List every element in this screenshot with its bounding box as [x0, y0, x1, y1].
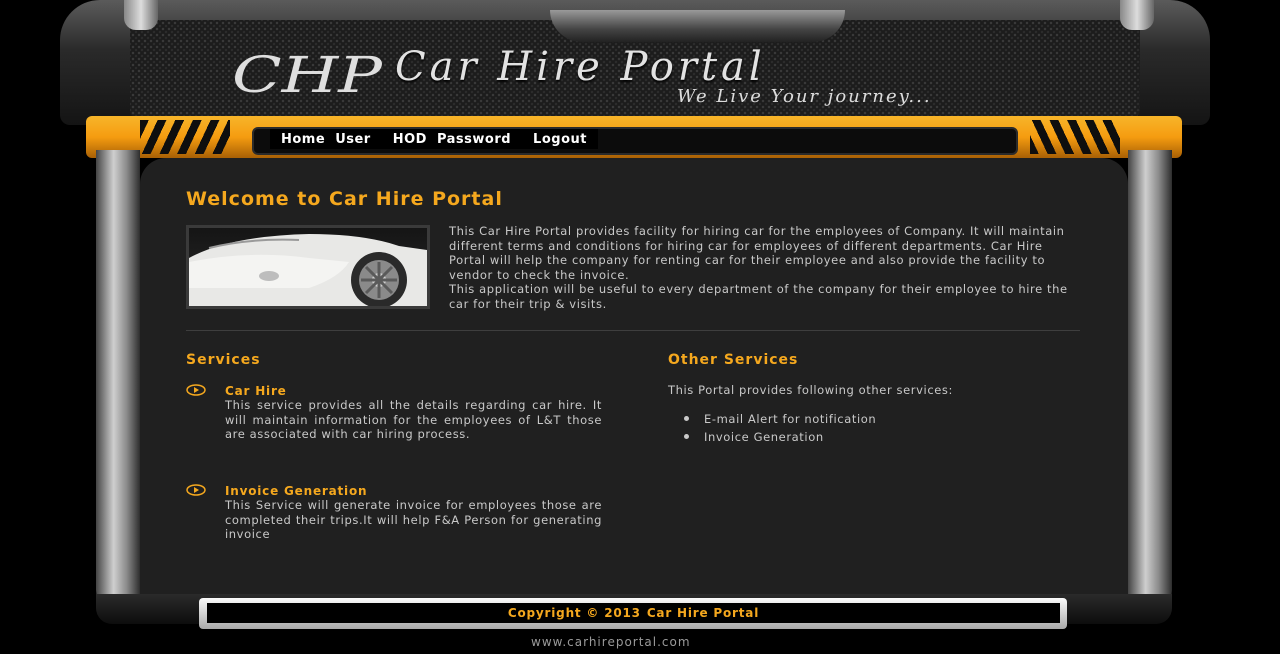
arrow-bullet-icon: [186, 384, 206, 396]
service-item-car-hire: Car Hire This service provides all the d…: [186, 384, 606, 474]
intro-text: This Car Hire Portal provides facility f…: [449, 224, 1071, 312]
main-nav: Home User HOD Password Logout: [270, 129, 598, 149]
frame-right-pillar: [1128, 150, 1172, 610]
right-strut: [1120, 0, 1154, 30]
nav-stripes-right: [1030, 120, 1120, 154]
intro-paragraph: This application will be useful to every…: [449, 282, 1068, 311]
hood-emblem: [550, 10, 845, 42]
site-title: Car Hire Portal: [395, 44, 766, 90]
service-description: This Service will generate invoice for e…: [225, 498, 602, 541]
site-tagline: We Live Your journey...: [677, 86, 932, 107]
services-heading: Services: [186, 352, 261, 368]
service-title: Car Hire: [225, 384, 287, 398]
other-services-intro: This Portal provides following other ser…: [668, 383, 953, 397]
car-photo: [186, 225, 430, 309]
list-item-label: E-mail Alert for notification: [704, 412, 877, 426]
nav-hod-link[interactable]: HOD: [388, 132, 432, 147]
logo-text: CHP: [232, 46, 384, 104]
bullet-dot-icon: [684, 416, 689, 421]
other-services-heading: Other Services: [668, 352, 799, 368]
left-strut: [124, 0, 158, 30]
list-item: E-mail Alert for notification: [684, 410, 876, 428]
footer-url[interactable]: www.carhireportal.com: [531, 635, 691, 649]
list-item: Invoice Generation: [684, 428, 876, 446]
divider: [186, 330, 1080, 331]
service-item-invoice-generation: Invoice Generation This Service will gen…: [186, 484, 606, 564]
footer-bar: Copyright © 2013 Car Hire Portal: [207, 603, 1060, 623]
nav-logout-link[interactable]: Logout: [528, 132, 592, 147]
footer-brand: Car Hire Portal: [646, 606, 760, 620]
service-title: Invoice Generation: [225, 484, 368, 498]
frame-left-pillar: [96, 150, 140, 610]
nav-user-link[interactable]: User: [330, 132, 376, 147]
list-item-label: Invoice Generation: [704, 430, 824, 444]
other-services-list: E-mail Alert for notification Invoice Ge…: [684, 410, 876, 446]
footer-copyright: Copyright © 2013: [507, 606, 641, 620]
intro-paragraph: This Car Hire Portal provides facility f…: [449, 224, 1065, 282]
nav-home-link[interactable]: Home: [276, 132, 330, 147]
site-logo: CHP: [232, 46, 384, 104]
nav-stripes-left: [140, 120, 230, 154]
bullet-dot-icon: [684, 434, 689, 439]
nav-password-link[interactable]: Password: [432, 132, 516, 147]
car-illustration: [189, 234, 427, 306]
welcome-title: Welcome to Car Hire Portal: [186, 188, 503, 210]
arrow-bullet-icon: [186, 484, 206, 496]
service-description: This service provides all the details re…: [225, 398, 602, 441]
